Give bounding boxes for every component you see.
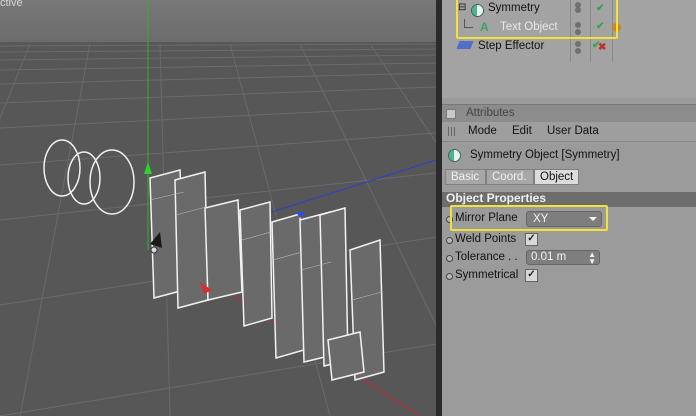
- weld-points-checkbox[interactable]: ✓: [525, 233, 538, 246]
- symmetrical-label: Symmetrical: [455, 269, 519, 281]
- attributes-header: Attributes: [442, 104, 696, 122]
- panel-toggle-icon[interactable]: [446, 109, 456, 119]
- tolerance-value: 0.01 m: [531, 251, 567, 263]
- animate-bullet-icon[interactable]: [446, 273, 453, 280]
- object-origin[interactable]: [150, 246, 158, 254]
- 3d-viewport[interactable]: ctive: [0, 0, 436, 416]
- object-name: Step Effector: [478, 40, 545, 52]
- object-title: Symmetry Object [Symmetry]: [470, 149, 620, 161]
- animate-bullet-icon[interactable]: [446, 255, 453, 262]
- tab-basic[interactable]: Basic: [445, 169, 486, 185]
- annotation-highlight-mirror-plane: [450, 205, 608, 231]
- property-weld-points: Weld Points ✓: [442, 231, 696, 249]
- attributes-title: Attributes: [466, 107, 515, 119]
- disabled-x-icon[interactable]: ✖: [598, 42, 606, 53]
- animate-bullet-icon[interactable]: [446, 237, 453, 244]
- weld-points-label: Weld Points: [455, 233, 517, 245]
- symmetrical-checkbox[interactable]: ✓: [525, 269, 538, 282]
- property-symmetrical: Symmetrical ✓: [442, 267, 696, 285]
- tab-object[interactable]: Object: [534, 169, 579, 185]
- tolerance-field[interactable]: 0.01 m ▲ ▼: [526, 250, 600, 266]
- spinner-icon[interactable]: ▲ ▼: [588, 251, 596, 266]
- tab-coord[interactable]: Coord.: [486, 169, 534, 185]
- right-panel: ⊟ Symmetry ✔ A Text Object ✔ Step Effect…: [442, 0, 696, 416]
- menu-user-data[interactable]: User Data: [547, 125, 599, 137]
- menu-edit[interactable]: Edit: [512, 125, 532, 137]
- section-title: Object Properties: [446, 191, 547, 205]
- symmetry-icon: [448, 149, 461, 162]
- grip-icon[interactable]: [448, 127, 457, 136]
- object-row-step-effector[interactable]: Step Effector ✔ ✖: [442, 38, 696, 57]
- property-tolerance: Tolerance . . 0.01 m ▲ ▼: [442, 249, 696, 267]
- visibility-dot[interactable]: [575, 41, 581, 47]
- annotation-highlight-objects: [456, 0, 618, 39]
- menu-mode[interactable]: Mode: [468, 125, 497, 137]
- tolerance-label: Tolerance . .: [455, 251, 518, 263]
- object-manager: ⊟ Symmetry ✔ A Text Object ✔ Step Effect…: [442, 0, 696, 98]
- object-title-row: Symmetry Object [Symmetry]: [442, 145, 696, 165]
- step-effector-icon: [456, 41, 474, 49]
- attributes-menu-bar: Mode Edit User Data: [442, 122, 696, 142]
- viewport-scene: [0, 0, 436, 416]
- render-dot[interactable]: [575, 48, 581, 54]
- viewport-label: ctive: [0, 0, 23, 9]
